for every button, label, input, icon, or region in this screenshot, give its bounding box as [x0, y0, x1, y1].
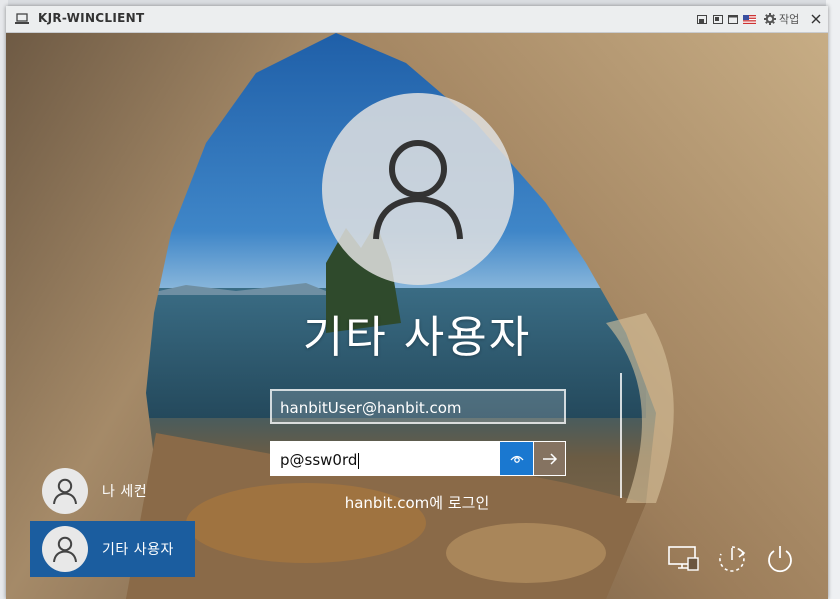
reveal-password-button[interactable]	[500, 442, 533, 475]
close-icon[interactable]	[810, 13, 822, 25]
selected-user-name: 기타 사용자	[302, 312, 532, 363]
laptop-icon	[15, 13, 29, 24]
fit-window-icon[interactable]	[696, 13, 708, 25]
password-value: p@ssw0rd	[280, 451, 360, 469]
eye-icon	[510, 455, 523, 463]
accessibility-icon[interactable]	[715, 542, 749, 576]
window-titlebar: KJR-WINCLIENT 작업	[6, 6, 828, 33]
user-avatar-icon	[42, 468, 88, 514]
user-avatar-icon	[42, 526, 88, 572]
multi-monitor-icon[interactable]	[712, 13, 724, 25]
username-field[interactable]: hanbitUser@hanbit.com	[270, 389, 566, 424]
user-tile-0[interactable]: 나 세컨	[30, 463, 195, 519]
user-tile-label: 나 세컨	[102, 484, 148, 500]
gear-icon	[764, 13, 776, 25]
work-menu-button[interactable]: 작업	[764, 11, 799, 27]
window-title: KJR-WINCLIENT	[38, 11, 145, 25]
remote-desktop-window: KJR-WINCLIENT 작업 기타 사용자 hanbitUser@hanbi…	[6, 6, 828, 599]
power-icon[interactable]	[763, 542, 797, 576]
arrow-right-icon	[542, 452, 557, 465]
background-desktop-right	[826, 0, 840, 599]
user-avatar-icon	[322, 93, 514, 285]
window-icon[interactable]	[727, 13, 739, 25]
us-flag-icon[interactable]	[742, 13, 756, 25]
network-icon[interactable]	[667, 542, 701, 576]
work-menu-label: 작업	[779, 13, 800, 26]
lock-screen: 기타 사용자 hanbitUser@hanbit.com p@ssw0rd ha…	[6, 33, 828, 599]
submit-button[interactable]	[533, 442, 565, 475]
user-tile-1[interactable]: 기타 사용자	[30, 521, 195, 577]
divider	[620, 373, 622, 498]
text-caret	[358, 452, 360, 469]
user-tile-label: 기타 사용자	[102, 542, 174, 558]
password-field[interactable]: p@ssw0rd	[270, 441, 566, 476]
